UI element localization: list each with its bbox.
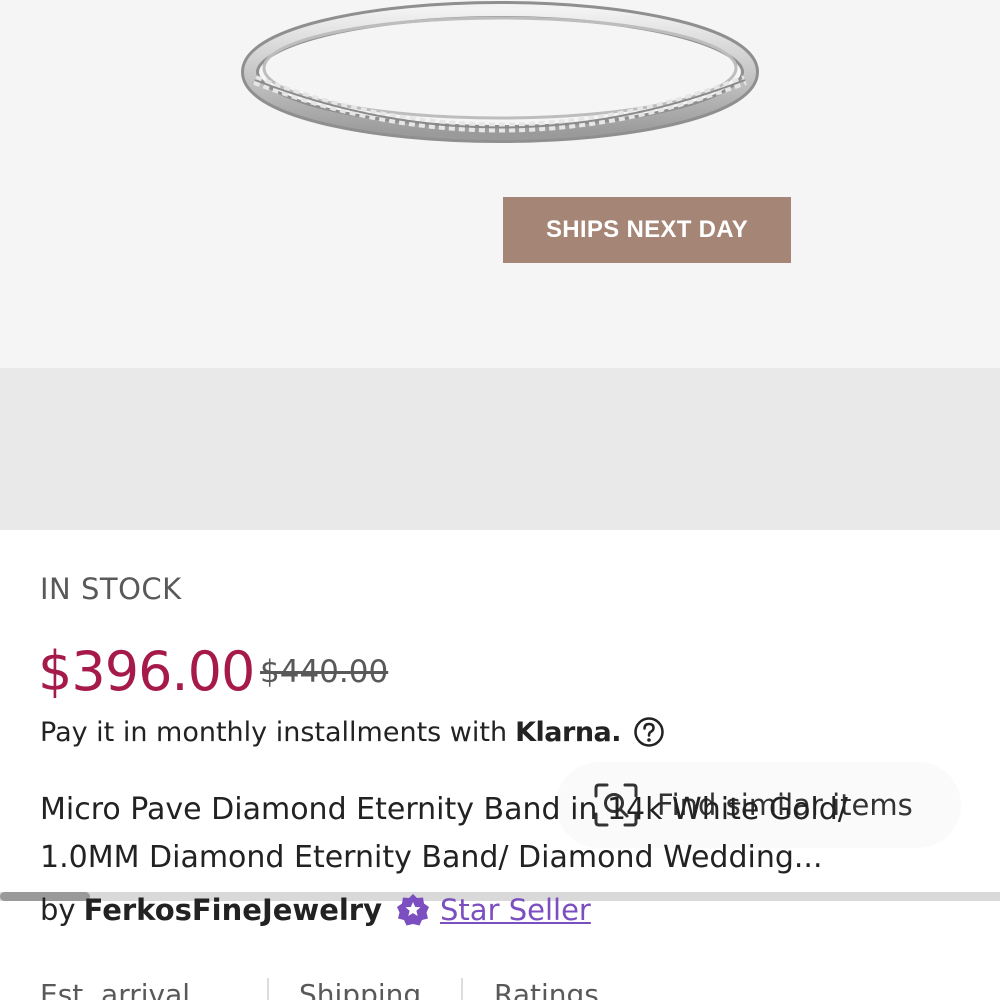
installments-info: Pay it in monthly installments with Klar…: [40, 716, 665, 748]
info-tab-shipping[interactable]: Shipping: [299, 978, 421, 1000]
info-tab-est-arrival[interactable]: Est. arrival: [40, 978, 190, 1000]
image-actions-bar: Find similar items: [0, 368, 1000, 901]
seller-info: by FerkosFineJewelry Star Seller: [40, 893, 591, 927]
info-divider: [461, 978, 463, 1000]
star-seller-badge-icon: [397, 894, 430, 926]
installments-text: Pay it in monthly installments with: [40, 716, 508, 748]
shop-name-link[interactable]: FerkosFineJewelry: [84, 893, 382, 927]
seller-prefix: by: [40, 893, 76, 927]
product-image-area[interactable]: SHIPS NEXT DAY: [0, 0, 1000, 368]
star-seller-link[interactable]: Star Seller: [440, 893, 591, 927]
klarna-logo: Klarna.: [515, 716, 622, 748]
ships-next-day-badge: SHIPS NEXT DAY: [503, 197, 791, 263]
help-question-icon[interactable]: [633, 716, 665, 748]
stock-status: IN STOCK: [40, 572, 182, 606]
original-price: $440.00: [260, 654, 389, 690]
product-ring-image: [241, 1, 759, 143]
info-tab-ratings[interactable]: Ratings: [494, 978, 599, 1000]
product-title: Micro Pave Diamond Eternity Band in 14k …: [40, 792, 848, 875]
info-divider: [267, 978, 269, 1000]
info-tabs-row: Est. arrival Shipping Ratings: [0, 972, 1000, 1000]
sale-price: $396.00: [38, 640, 255, 703]
